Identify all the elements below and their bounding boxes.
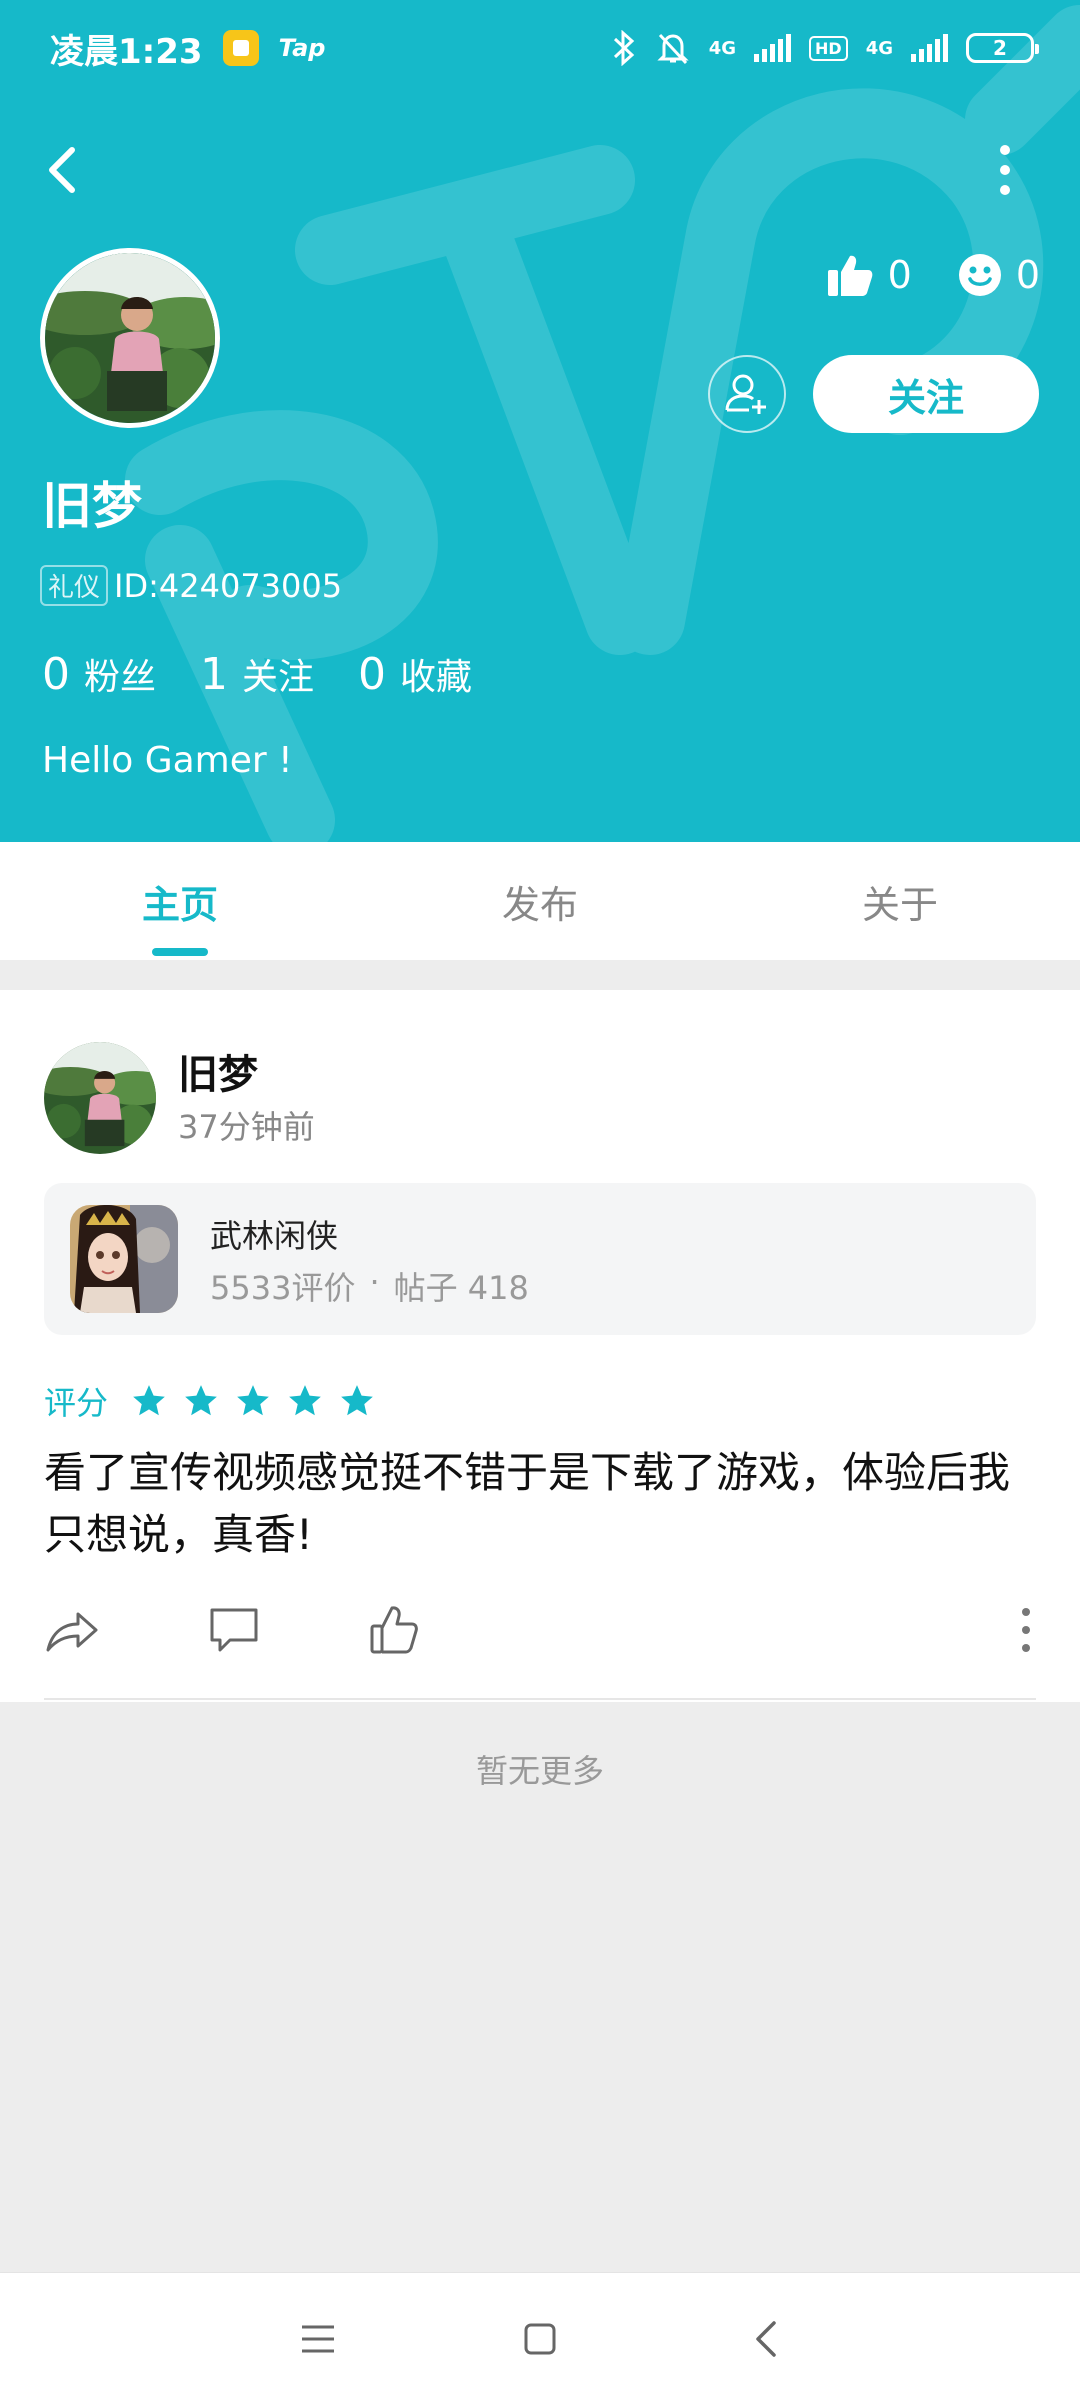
network-label-1: 4G xyxy=(708,37,737,59)
hd-badge: HD xyxy=(809,35,848,61)
fans-count: 0 xyxy=(42,649,70,700)
star-icon xyxy=(289,1385,321,1416)
post-author-avatar[interactable] xyxy=(44,1042,156,1154)
battery-icon: 2 xyxy=(966,33,1039,63)
meta-separator: · xyxy=(369,1263,380,1301)
game-meta: 5533评价 · 帖子 418 xyxy=(210,1263,529,1309)
profile-header: 凌晨1:23 Tap 4G HD 4G 2 旧梦 礼仪 ID:424073005… xyxy=(0,0,1080,842)
tap-notification-label: Tap xyxy=(278,34,326,62)
menu-icon[interactable] xyxy=(290,2311,346,2367)
favorites-stat[interactable]: 0 收藏 xyxy=(358,648,472,700)
back-nav-icon[interactable] xyxy=(740,2311,796,2367)
profile-id-row: 礼仪 ID:424073005 xyxy=(40,565,342,606)
smiles-reaction[interactable]: 0 xyxy=(958,253,1040,297)
mute-bell-icon xyxy=(657,33,689,65)
add-friend-button[interactable] xyxy=(708,355,786,433)
system-nav-bar xyxy=(0,2272,1080,2400)
post-divider xyxy=(44,1698,1036,1700)
signal-icon-1 xyxy=(754,34,792,62)
status-bar: 凌晨1:23 Tap 4G HD 4G 2 xyxy=(0,0,1080,96)
like-icon[interactable] xyxy=(366,1602,422,1658)
notification-app-icon xyxy=(222,30,259,66)
tab-posts[interactable]: 发布 xyxy=(360,842,720,960)
back-arrow-icon[interactable] xyxy=(38,140,88,200)
star-icon xyxy=(185,1385,217,1416)
smiles-count: 0 xyxy=(1015,253,1040,297)
star-icon xyxy=(133,1385,165,1416)
star-icon xyxy=(341,1385,373,1416)
profile-tabs: 主页 发布 关于 xyxy=(0,842,1080,960)
post-text[interactable]: 看了宣传视频感觉挺不错于是下载了游戏，体验后我只想说，真香! xyxy=(44,1442,1034,1566)
avatar[interactable] xyxy=(40,248,220,428)
no-more-text: 暂无更多 xyxy=(475,1752,604,1790)
following-count: 1 xyxy=(200,649,229,700)
game-name: 武林闲侠 xyxy=(210,1217,339,1255)
more-options-icon[interactable] xyxy=(990,140,1020,200)
network-label-2: 4G xyxy=(865,37,893,59)
profile-reactions: 0 0 xyxy=(826,252,1040,298)
post-actions xyxy=(44,1602,1036,1662)
tab-about[interactable]: 关于 xyxy=(720,842,1080,960)
follow-button[interactable]: 关注 xyxy=(813,355,1039,433)
bluetooth-icon xyxy=(613,30,634,66)
comment-icon[interactable] xyxy=(206,1602,262,1658)
post-more-icon[interactable] xyxy=(1016,1608,1036,1652)
rating-label: 评分 xyxy=(44,1384,109,1422)
game-review-count: 5533评价 xyxy=(210,1269,356,1307)
profile-stats: 0 粉丝 1 关注 0 收藏 xyxy=(42,648,516,700)
thumbs-up-icon xyxy=(827,255,872,296)
fans-stat[interactable]: 0 粉丝 xyxy=(42,648,156,700)
tab-home[interactable]: 主页 xyxy=(0,842,360,960)
game-card[interactable]: 武林闲侠 5533评价 · 帖子 418 xyxy=(44,1183,1036,1335)
fans-label: 粉丝 xyxy=(84,657,157,698)
star-icon xyxy=(237,1385,269,1416)
rating-row: 评分 xyxy=(44,1378,376,1424)
status-time: 凌晨1:23 xyxy=(50,31,203,72)
etiquette-badge: 礼仪 xyxy=(40,565,109,606)
home-icon[interactable] xyxy=(512,2311,568,2367)
review-post: 旧梦 37分钟前 武林闲侠 5533评价 · 帖子 418 评分 看了宣传视频感… xyxy=(0,990,1080,1702)
post-time: 37分钟前 xyxy=(178,1108,315,1146)
game-icon xyxy=(70,1205,178,1313)
profile-id: ID:424073005 xyxy=(114,566,343,605)
share-icon[interactable] xyxy=(44,1602,100,1658)
likes-reaction[interactable]: 0 xyxy=(826,252,912,298)
profile-username: 旧梦 xyxy=(42,477,142,535)
signal-icon-2 xyxy=(911,34,948,62)
following-stat[interactable]: 1 关注 xyxy=(200,648,314,700)
game-post-count: 帖子 418 xyxy=(393,1269,529,1307)
favorites-label: 收藏 xyxy=(400,657,473,698)
rating-stars xyxy=(130,1382,376,1420)
profile-bio: Hello Gamer ! xyxy=(42,740,293,781)
post-author-name[interactable]: 旧梦 xyxy=(178,1042,258,1100)
smiley-icon xyxy=(958,254,1001,296)
add-user-icon xyxy=(725,374,766,414)
following-label: 关注 xyxy=(242,657,315,698)
likes-count: 0 xyxy=(887,253,912,297)
favorites-count: 0 xyxy=(358,649,387,700)
